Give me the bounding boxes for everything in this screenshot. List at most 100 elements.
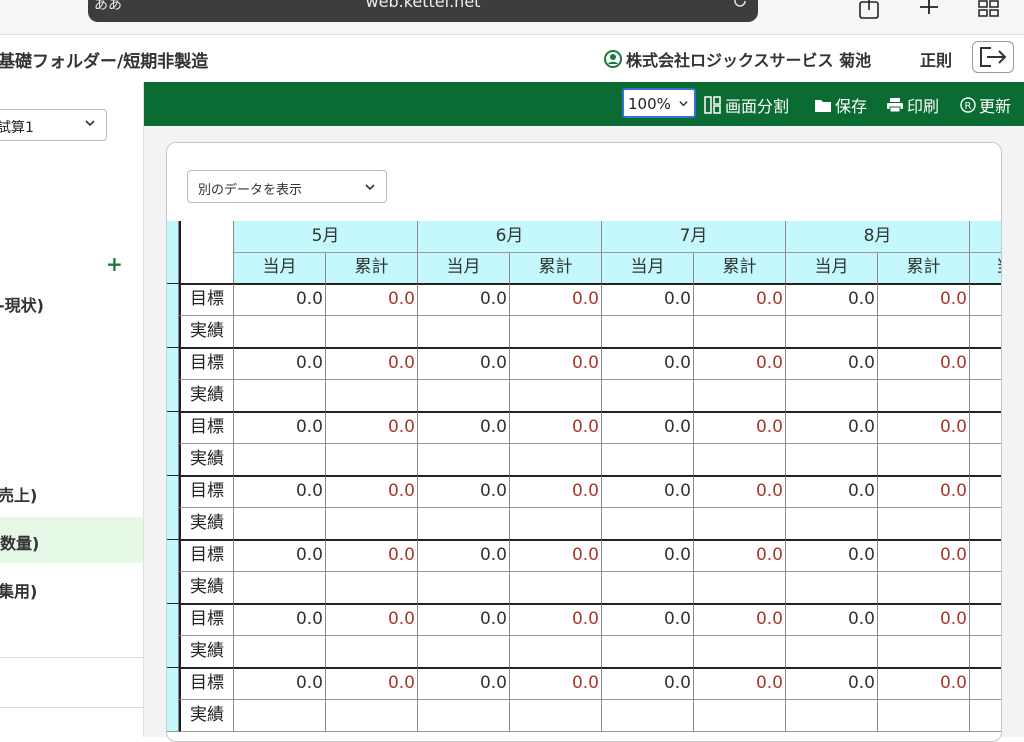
target-cumulative-cell[interactable]: 0.0: [510, 284, 602, 316]
target-cumulative-cell[interactable]: 0.0: [510, 604, 602, 636]
actual-monthly-cell[interactable]: [786, 572, 878, 604]
reload-icon[interactable]: [732, 0, 748, 9]
actual-monthly-cell[interactable]: [602, 444, 694, 476]
url-text[interactable]: web.kettel.net: [88, 0, 758, 11]
url-bar[interactable]: ああ web.kettel.net: [88, 0, 758, 22]
actual-monthly-cell[interactable]: [234, 572, 326, 604]
actual-cumulative-cell[interactable]: [878, 380, 970, 412]
actual-cumulative-cell[interactable]: [510, 636, 602, 668]
target-cumulative-cell[interactable]: 0.0: [694, 604, 786, 636]
actual-cumulative-cell[interactable]: [510, 380, 602, 412]
target-monthly-cell[interactable]: 0.0: [234, 604, 326, 636]
actual-cell-partial[interactable]: [970, 700, 1001, 732]
target-monthly-cell[interactable]: 0.0: [786, 604, 878, 636]
actual-cumulative-cell[interactable]: [878, 572, 970, 604]
actual-cumulative-cell[interactable]: [510, 316, 602, 348]
actual-cumulative-cell[interactable]: [326, 508, 418, 540]
add-item-button[interactable]: +: [106, 252, 123, 276]
target-cumulative-cell[interactable]: 0.0: [510, 476, 602, 508]
target-cumulative-cell[interactable]: 0.0: [326, 412, 418, 444]
target-cumulative-cell[interactable]: 0.0: [878, 284, 970, 316]
sidebar-item-active[interactable]: 数量): [0, 517, 143, 563]
actual-cell-partial[interactable]: [970, 444, 1001, 476]
actual-cumulative-cell[interactable]: [878, 316, 970, 348]
target-monthly-cell[interactable]: 0.0: [234, 540, 326, 572]
actual-cumulative-cell[interactable]: [326, 444, 418, 476]
actual-cumulative-cell[interactable]: [694, 316, 786, 348]
actual-monthly-cell[interactable]: [418, 636, 510, 668]
actual-cumulative-cell[interactable]: [510, 572, 602, 604]
actual-cumulative-cell[interactable]: [326, 316, 418, 348]
share-icon[interactable]: [856, 0, 882, 20]
target-cumulative-cell[interactable]: 0.0: [878, 540, 970, 572]
target-cumulative-cell[interactable]: 0.0: [510, 668, 602, 700]
target-cumulative-cell[interactable]: 0.0: [878, 412, 970, 444]
target-cell-partial[interactable]: [970, 412, 1001, 444]
actual-monthly-cell[interactable]: [418, 380, 510, 412]
zoom-select[interactable]: 100%: [622, 88, 696, 118]
target-cumulative-cell[interactable]: 0.0: [878, 604, 970, 636]
actual-cumulative-cell[interactable]: [326, 700, 418, 732]
target-monthly-cell[interactable]: 0.0: [602, 540, 694, 572]
actual-monthly-cell[interactable]: [786, 316, 878, 348]
target-monthly-cell[interactable]: 0.0: [418, 604, 510, 636]
target-cumulative-cell[interactable]: 0.0: [510, 540, 602, 572]
actual-monthly-cell[interactable]: [418, 444, 510, 476]
actual-monthly-cell[interactable]: [602, 572, 694, 604]
target-cell-partial[interactable]: [970, 476, 1001, 508]
split-screen-button[interactable]: 画面分割: [704, 93, 789, 117]
target-cumulative-cell[interactable]: 0.0: [694, 540, 786, 572]
actual-monthly-cell[interactable]: [602, 316, 694, 348]
target-cumulative-cell[interactable]: 0.0: [878, 668, 970, 700]
target-cell-partial[interactable]: [970, 668, 1001, 700]
target-monthly-cell[interactable]: 0.0: [602, 284, 694, 316]
actual-monthly-cell[interactable]: [786, 508, 878, 540]
target-cumulative-cell[interactable]: 0.0: [326, 284, 418, 316]
scenario-select[interactable]: 試算1: [0, 109, 107, 141]
target-monthly-cell[interactable]: 0.0: [234, 668, 326, 700]
target-monthly-cell[interactable]: 0.0: [234, 412, 326, 444]
target-cumulative-cell[interactable]: 0.0: [694, 668, 786, 700]
actual-monthly-cell[interactable]: [786, 700, 878, 732]
logout-button[interactable]: [972, 41, 1014, 73]
actual-monthly-cell[interactable]: [234, 380, 326, 412]
actual-monthly-cell[interactable]: [602, 636, 694, 668]
refresh-button[interactable]: R 更新: [960, 93, 1011, 117]
target-cumulative-cell[interactable]: 0.0: [694, 412, 786, 444]
sidebar-item[interactable]: -現状): [0, 292, 44, 316]
actual-monthly-cell[interactable]: [602, 380, 694, 412]
actual-cumulative-cell[interactable]: [878, 508, 970, 540]
actual-cumulative-cell[interactable]: [326, 636, 418, 668]
actual-cell-partial[interactable]: [970, 508, 1001, 540]
actual-cumulative-cell[interactable]: [878, 636, 970, 668]
actual-monthly-cell[interactable]: [234, 316, 326, 348]
target-monthly-cell[interactable]: 0.0: [786, 476, 878, 508]
target-cumulative-cell[interactable]: 0.0: [326, 604, 418, 636]
actual-cumulative-cell[interactable]: [694, 572, 786, 604]
target-monthly-cell[interactable]: 0.0: [234, 284, 326, 316]
actual-monthly-cell[interactable]: [418, 572, 510, 604]
target-cumulative-cell[interactable]: 0.0: [326, 668, 418, 700]
target-cell-partial[interactable]: [970, 348, 1001, 380]
target-monthly-cell[interactable]: 0.0: [418, 348, 510, 380]
actual-cell-partial[interactable]: [970, 572, 1001, 604]
target-cell-partial[interactable]: [970, 604, 1001, 636]
actual-cumulative-cell[interactable]: [326, 380, 418, 412]
sidebar-item[interactable]: 売上): [0, 482, 37, 506]
target-monthly-cell[interactable]: 0.0: [786, 412, 878, 444]
actual-cumulative-cell[interactable]: [326, 572, 418, 604]
target-monthly-cell[interactable]: 0.0: [418, 412, 510, 444]
actual-cell-partial[interactable]: [970, 636, 1001, 668]
tabs-overview-icon[interactable]: [976, 0, 1002, 20]
actual-cumulative-cell[interactable]: [510, 444, 602, 476]
sidebar-item[interactable]: 集用): [0, 578, 37, 602]
actual-cell-partial[interactable]: [970, 380, 1001, 412]
actual-monthly-cell[interactable]: [234, 508, 326, 540]
target-cumulative-cell[interactable]: 0.0: [326, 540, 418, 572]
actual-cumulative-cell[interactable]: [694, 508, 786, 540]
target-cumulative-cell[interactable]: 0.0: [510, 412, 602, 444]
target-monthly-cell[interactable]: 0.0: [786, 284, 878, 316]
actual-cumulative-cell[interactable]: [878, 444, 970, 476]
actual-cumulative-cell[interactable]: [694, 380, 786, 412]
actual-monthly-cell[interactable]: [786, 380, 878, 412]
